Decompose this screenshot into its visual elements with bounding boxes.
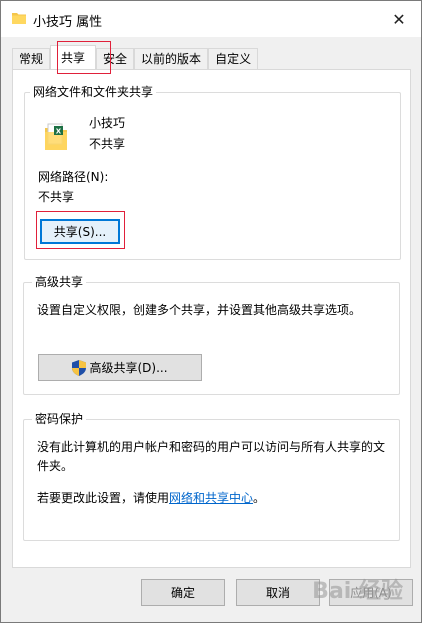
svg-text:X: X	[56, 128, 62, 136]
folder-icon	[12, 13, 26, 24]
network-path-label: 网络路径(N):	[38, 170, 109, 184]
apply-button[interactable]: 应用(A)	[329, 579, 413, 606]
window-title: 小技巧 属性	[33, 15, 103, 30]
network-sharing-title: 网络文件和文件夹共享	[30, 85, 157, 99]
password-protection-description-line2: 件夹。	[37, 459, 74, 473]
tab-sharing[interactable]: 共享	[50, 45, 97, 69]
tab-strip: 常规 共享 安全 以前的版本 自定义	[12, 45, 259, 69]
share-button[interactable]: 共享(S)...	[40, 219, 120, 244]
password-protection-description-line1: 没有此计算机的用户帐户和密码的用户可以访问与所有人共享的文	[37, 440, 386, 454]
advanced-sharing-description: 设置自定义权限，创建多个共享，并设置其他高级共享选项。	[37, 303, 362, 317]
password-protection-title: 密码保护	[32, 412, 87, 426]
item-name: 小技巧	[89, 116, 126, 130]
tab-customize[interactable]: 自定义	[208, 48, 259, 69]
ok-button[interactable]: 确定	[141, 579, 225, 606]
cancel-button[interactable]: 取消	[236, 579, 320, 606]
close-icon: ✕	[392, 9, 406, 29]
excel-folder-icon: X	[45, 123, 67, 150]
tab-security[interactable]: 安全	[96, 48, 135, 69]
properties-window: 小技巧 属性 ✕ 常规 共享 安全 以前的版本 自定义 网络文件和文件夹共享 X…	[0, 0, 422, 623]
advanced-sharing-button[interactable]: 高级共享(D)...	[38, 354, 202, 381]
tab-general[interactable]: 常规	[12, 48, 51, 69]
network-path-value: 不共享	[38, 190, 75, 204]
change-setting-line: 若要更改此设置，请使用网络和共享中心。	[37, 490, 265, 506]
advanced-sharing-button-label: 高级共享(D)...	[89, 361, 168, 375]
advanced-sharing-title: 高级共享	[32, 275, 87, 289]
tab-previous-versions[interactable]: 以前的版本	[134, 48, 209, 69]
item-share-status: 不共享	[89, 137, 126, 151]
change-setting-prefix: 若要更改此设置，请使用	[37, 491, 170, 505]
change-setting-suffix: 。	[253, 491, 266, 505]
password-protection-group	[23, 419, 400, 541]
network-sharing-center-link[interactable]: 网络和共享中心	[169, 491, 253, 505]
close-button[interactable]: ✕	[377, 1, 421, 37]
title-bar: 小技巧 属性 ✕	[1, 1, 421, 37]
uac-shield-icon	[72, 359, 87, 376]
